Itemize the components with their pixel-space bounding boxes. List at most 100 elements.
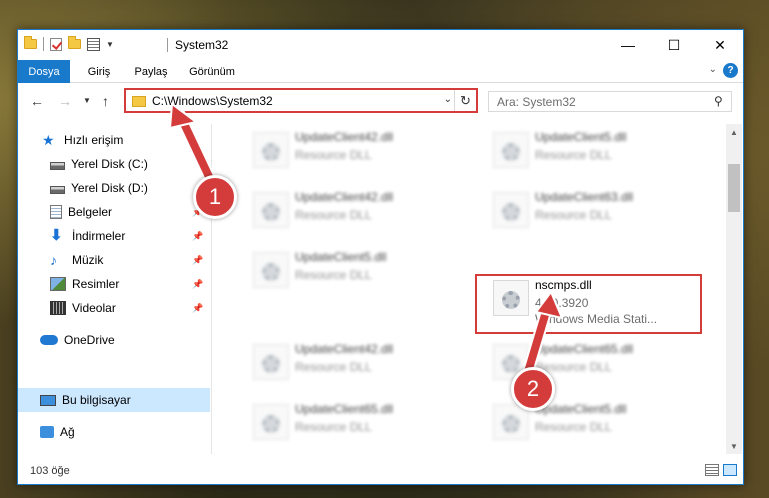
step-badge-2: 2 (511, 367, 555, 411)
file-list: UpdateClient42.dll Resource DLL UpdateCl… (213, 124, 728, 454)
dll-file-icon (493, 132, 529, 168)
file-name: UpdateClient5.dll (535, 130, 627, 144)
file-tile[interactable]: UpdateClient63.dll Resource DLL (463, 184, 691, 242)
gear-icon (262, 415, 280, 433)
recent-locations-icon[interactable]: ▼ (83, 96, 91, 105)
gear-icon (502, 143, 520, 161)
sidebar-item-quick-access[interactable]: ★ Hızlı erişim (18, 128, 210, 152)
file-name: UpdateClient63.dll (535, 190, 634, 204)
sidebar-item-this-pc[interactable]: Bu bilgisayar (18, 388, 210, 412)
dll-file-icon (253, 132, 289, 168)
file-name: UpdateClient5.dll (295, 250, 387, 264)
address-dropdown-icon[interactable]: ⌄ (444, 94, 452, 105)
pin-icon[interactable]: 📌 (192, 255, 203, 266)
sidebar-item-label: İndirmeler (72, 229, 126, 243)
vertical-scrollbar[interactable]: ▲ ▼ (726, 124, 742, 454)
file-tile[interactable]: UpdateClient5.dll Resource DLL (223, 244, 451, 302)
pin-icon[interactable]: 📌 (192, 303, 203, 314)
sidebar-item-documents[interactable]: Belgeler 📌 (18, 200, 210, 224)
search-icon[interactable]: ⚲ (714, 94, 723, 108)
tab-file[interactable]: Dosya (18, 60, 70, 83)
file-tile[interactable]: UpdateClient5.dll Resource DLL (463, 396, 691, 454)
minimize-button[interactable]: — (605, 30, 651, 60)
tab-view[interactable]: Görünüm (182, 60, 242, 83)
gear-icon (502, 203, 520, 221)
properties-icon[interactable] (87, 37, 100, 51)
file-tile[interactable]: UpdateClient42.dll Resource DLL (223, 124, 451, 182)
sidebar-item-music[interactable]: ♪ Müzik 📌 (18, 248, 210, 272)
sidebar-item-label: Resimler (72, 277, 120, 291)
dll-file-icon (493, 192, 529, 228)
tab-home[interactable]: Giriş (78, 60, 120, 83)
dll-file-icon (493, 404, 529, 440)
sidebar-item-network[interactable]: Ağ (18, 420, 210, 444)
download-icon: ⬇ (50, 227, 63, 244)
file-tile[interactable]: UpdateClient42.dll Resource DLL (223, 336, 451, 394)
address-bar[interactable]: C:\Windows\System32 ⌄ ↻ (124, 88, 478, 113)
gear-icon (262, 143, 280, 161)
refresh-button[interactable]: ↻ (454, 90, 476, 111)
network-icon (40, 426, 54, 438)
file-name: UpdateClient42.dll (295, 130, 394, 144)
window-title: System32 (175, 38, 229, 52)
search-input[interactable]: Ara: System32 ⚲ (488, 91, 732, 112)
highlight-box (475, 274, 702, 334)
sidebar-item-pictures[interactable]: Resimler 📌 (18, 272, 210, 296)
back-button[interactable]: ← (30, 93, 44, 109)
maximize-button[interactable]: ☐ (651, 30, 697, 60)
file-tile[interactable]: UpdateClient42.dll Resource DLL (223, 184, 451, 242)
expand-ribbon-icon[interactable]: ⌄ (709, 64, 717, 75)
file-tile[interactable]: UpdateClient65.dll Resource DLL (463, 336, 691, 394)
gear-icon (502, 415, 520, 433)
tab-share[interactable]: Paylaş (128, 60, 174, 83)
scroll-down-icon[interactable]: ▼ (726, 438, 742, 454)
sidebar-item-local-disk-c[interactable]: Yerel Disk (C:) (18, 152, 210, 176)
quick-access-toolbar: ▼ (24, 36, 114, 51)
gear-icon (262, 203, 280, 221)
forward-button[interactable]: → (58, 93, 72, 109)
dll-file-icon (253, 344, 289, 380)
sidebar-item-onedrive[interactable]: OneDrive (18, 328, 210, 352)
pin-icon[interactable]: 📌 (192, 231, 203, 242)
sidebar-item-label: Videolar (72, 301, 116, 315)
sidebar-item-label: Müzik (72, 253, 104, 267)
file-description: Resource DLL (295, 360, 372, 374)
help-icon[interactable]: ? (723, 63, 738, 78)
scroll-thumb[interactable] (728, 164, 740, 212)
item-count: 103 öğe (30, 465, 70, 477)
dll-file-icon (253, 252, 289, 288)
scroll-up-icon[interactable]: ▲ (726, 124, 742, 140)
file-name: UpdateClient42.dll (295, 342, 394, 356)
ribbon-tabs: Dosya Giriş Paylaş Görünüm ⌄ ? (18, 60, 743, 83)
pictures-icon (50, 277, 66, 291)
address-path[interactable]: C:\Windows\System32 (152, 94, 273, 108)
toolbar-divider (43, 37, 44, 51)
file-description: Resource DLL (295, 420, 372, 434)
new-folder-icon[interactable] (68, 36, 81, 49)
file-tile[interactable]: UpdateClient5.dll Resource DLL (463, 124, 691, 182)
gear-icon (502, 355, 520, 373)
sidebar-item-label: Ağ (60, 425, 75, 439)
dll-file-icon (253, 404, 289, 440)
navigation-bar: ← → ▼ ↑ C:\Windows\System32 ⌄ ↻ Ara: Sys… (18, 84, 743, 120)
file-tile[interactable]: UpdateClient65.dll Resource DLL (223, 396, 451, 454)
properties-check-icon[interactable] (50, 37, 62, 51)
sidebar-item-local-disk-d[interactable]: Yerel Disk (D:) (18, 176, 210, 200)
sidebar-item-videos[interactable]: Videolar 📌 (18, 296, 210, 320)
gear-icon (262, 355, 280, 373)
sidebar-item-label: Belgeler (68, 205, 113, 219)
music-icon: ♪ (50, 252, 57, 268)
file-description: Resource DLL (535, 208, 612, 222)
folder-icon (132, 96, 146, 107)
file-name: UpdateClient42.dll (295, 190, 394, 204)
up-button[interactable]: ↑ (102, 93, 109, 109)
window-controls: — ☐ ✕ (605, 30, 743, 60)
customize-toolbar-icon[interactable]: ▼ (106, 40, 114, 49)
close-button[interactable]: ✕ (697, 30, 743, 60)
sidebar-item-downloads[interactable]: ⬇ İndirmeler 📌 (18, 224, 210, 248)
computer-icon (40, 394, 56, 406)
status-bar: 103 öğe (18, 460, 743, 484)
pin-icon[interactable]: 📌 (192, 279, 203, 290)
details-view-icon[interactable] (705, 464, 719, 476)
tiles-view-icon[interactable] (723, 464, 737, 476)
